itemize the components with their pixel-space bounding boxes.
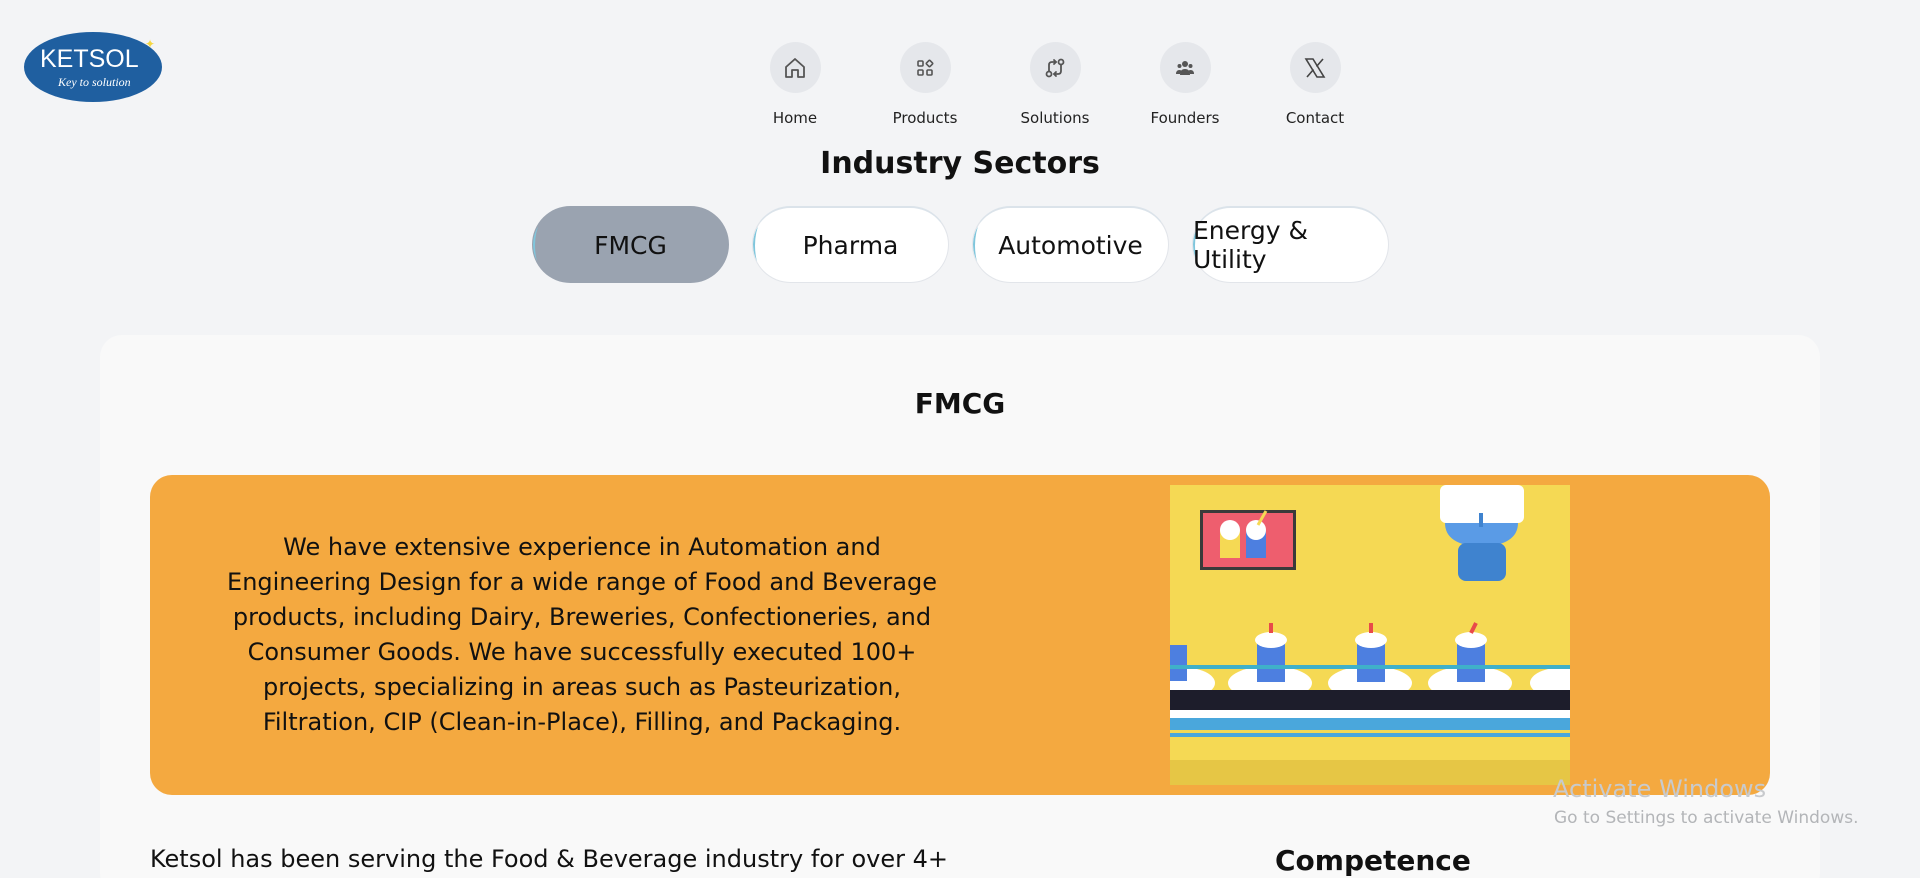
grid-icon — [899, 42, 951, 93]
nav-products-label: Products — [892, 109, 958, 127]
people-icon — [1159, 42, 1211, 93]
home-icon — [769, 42, 821, 93]
banner-description: We have extensive experience in Automati… — [227, 533, 937, 736]
activate-windows-subtitle: Go to Settings to activate Windows. — [1554, 808, 1859, 828]
nav-solutions[interactable]: Solutions — [990, 42, 1120, 127]
ketsol-logo[interactable]: KETSOL Key to solution ✦ — [24, 31, 163, 102]
nav-solutions-label: Solutions — [1020, 109, 1090, 127]
bottling-line-illustration — [1170, 485, 1570, 785]
sector-tabs: FMCG Pharma Automotive Energy & Utility — [532, 206, 1389, 283]
tab-fmcg[interactable]: FMCG — [532, 206, 729, 283]
logo-text: KETSOL — [40, 45, 139, 73]
sector-banner: We have extensive experience in Automati… — [150, 475, 1770, 795]
nav-founders-label: Founders — [1150, 109, 1220, 127]
competence-heading: Competence — [1275, 844, 1471, 877]
tab-energy-utility[interactable]: Energy & Utility — [1192, 206, 1389, 283]
nav-products[interactable]: Products — [860, 42, 990, 127]
exchange-icon — [1029, 42, 1081, 93]
logo-tagline: Key to solution — [57, 75, 131, 89]
sectors-heading: Industry Sectors — [820, 146, 1100, 181]
nav-home[interactable]: Home — [730, 42, 860, 127]
tab-automotive[interactable]: Automotive — [972, 206, 1169, 283]
sector-content-title: FMCG — [914, 387, 1006, 420]
nav-home-label: Home — [772, 109, 818, 127]
nav-contact[interactable]: Contact — [1250, 42, 1380, 127]
nav-contact-label: Contact — [1285, 109, 1345, 127]
sector-body-text: Ketsol has been serving the Food & Bever… — [150, 845, 948, 873]
main-nav: Home Products Solutions Founders Contact — [730, 42, 1380, 127]
tab-pharma[interactable]: Pharma — [752, 206, 949, 283]
activate-windows-title: Activate Windows — [1553, 775, 1767, 803]
x-icon — [1289, 42, 1341, 93]
svg-text:✦: ✦ — [145, 37, 155, 51]
nav-founders[interactable]: Founders — [1120, 42, 1250, 127]
